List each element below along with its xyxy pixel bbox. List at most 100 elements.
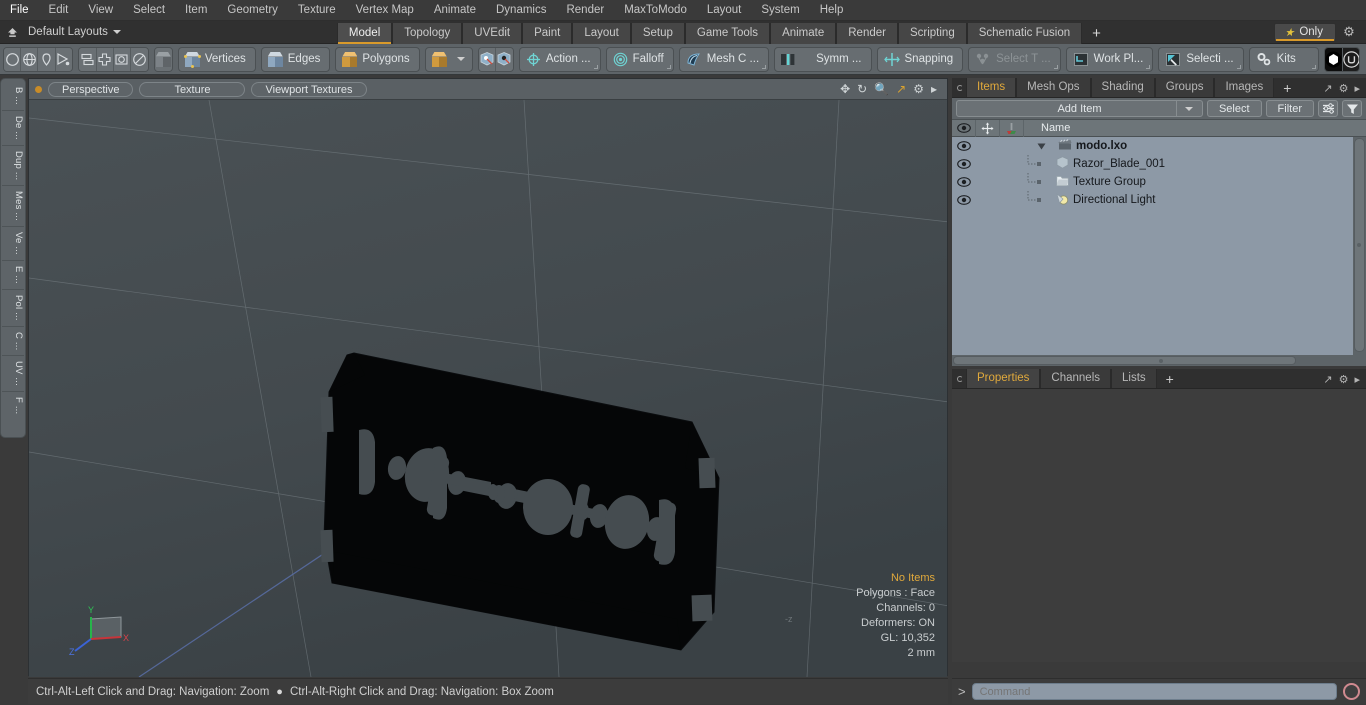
circle-icon[interactable] bbox=[4, 47, 22, 71]
selection-set-button[interactable]: Selecti ... bbox=[1158, 46, 1244, 72]
chevron-right-icon[interactable]: ▸ bbox=[931, 83, 937, 95]
viewport-canvas-3d[interactable]: -z Y X Z No Items Polygons: Face Channe… bbox=[29, 100, 947, 677]
chevron-right-icon[interactable]: ▸ bbox=[1354, 82, 1360, 95]
tab-shading[interactable]: Shading bbox=[1090, 78, 1155, 97]
select-through-button[interactable]: Select T ... bbox=[968, 46, 1061, 72]
left-tab-curve[interactable]: C ... bbox=[2, 327, 24, 356]
layout-tab-layout[interactable]: Layout bbox=[572, 22, 631, 44]
layout-tab-render[interactable]: Render bbox=[836, 22, 898, 44]
fit-icon[interactable]: ↗ bbox=[896, 83, 906, 95]
tab-properties[interactable]: Properties bbox=[966, 369, 1041, 388]
selection-mode-edges[interactable]: Edges bbox=[260, 46, 331, 72]
layout-tab-paint[interactable]: Paint bbox=[522, 22, 573, 44]
work-plane-button[interactable]: Work Pl... bbox=[1065, 46, 1154, 72]
add-item-dropdown[interactable] bbox=[1175, 100, 1202, 117]
tab-groups[interactable]: Groups bbox=[1154, 78, 1215, 97]
funnel-icon[interactable] bbox=[1342, 100, 1362, 117]
modo-badge-icon[interactable] bbox=[1324, 47, 1343, 71]
curve-icon[interactable] bbox=[55, 47, 73, 71]
selection-mode-polygons[interactable]: Polygons bbox=[335, 46, 420, 72]
left-tab-deform[interactable]: De ... bbox=[2, 111, 24, 146]
left-tab-mesh-edit[interactable]: Mes ... bbox=[2, 186, 24, 228]
snap-element-icon[interactable] bbox=[495, 47, 513, 71]
add-item-button[interactable]: Add Item bbox=[956, 100, 1203, 117]
menu-select[interactable]: Select bbox=[123, 0, 175, 20]
tab-mesh-ops[interactable]: Mesh Ops bbox=[1016, 78, 1091, 97]
tab-lists[interactable]: Lists bbox=[1111, 369, 1157, 388]
expand-arrow[interactable] bbox=[1024, 142, 1050, 151]
pan-icon[interactable]: ✥ bbox=[840, 83, 850, 95]
mirror-icon[interactable] bbox=[79, 47, 97, 71]
globe-icon[interactable] bbox=[21, 47, 39, 71]
add-panel-tab-button[interactable]: + bbox=[1274, 79, 1300, 97]
record-circle-icon[interactable] bbox=[1343, 683, 1360, 700]
gear-icon[interactable]: ⚙ bbox=[1336, 24, 1362, 40]
left-tab-polygon[interactable]: Pol ... bbox=[2, 290, 24, 327]
layout-tab-setup[interactable]: Setup bbox=[630, 22, 685, 44]
falloff-button[interactable]: Falloff bbox=[605, 46, 674, 72]
row-visibility-toggle[interactable] bbox=[952, 177, 976, 187]
viewport-shading-dropdown[interactable]: Texture bbox=[139, 81, 246, 97]
layout-tab-animate[interactable]: Animate bbox=[770, 22, 837, 44]
row-visibility-toggle[interactable] bbox=[952, 195, 976, 205]
unreal-badge-icon[interactable] bbox=[1342, 47, 1359, 71]
menu-system[interactable]: System bbox=[751, 0, 809, 20]
table-row[interactable]: Razor_Blade_001 bbox=[952, 155, 1366, 173]
mesh-constraint-button[interactable]: Mesh C ... bbox=[678, 46, 770, 72]
viewport-textures-dropdown[interactable]: Viewport Textures bbox=[251, 81, 367, 97]
axis-gizmo[interactable]: Y X Z bbox=[69, 603, 131, 659]
kits-button[interactable]: Kits bbox=[1248, 46, 1319, 72]
menu-help[interactable]: Help bbox=[810, 0, 854, 20]
select-button[interactable]: Select bbox=[1206, 100, 1262, 117]
menu-render[interactable]: Render bbox=[556, 0, 614, 20]
layout-tab-uvedit[interactable]: UVEdit bbox=[462, 22, 523, 44]
tab-images[interactable]: Images bbox=[1214, 78, 1275, 97]
left-tab-edge[interactable]: E ... bbox=[2, 261, 24, 290]
tree-item-texture-group[interactable]: Texture Group bbox=[1050, 175, 1146, 190]
menu-dynamics[interactable]: Dynamics bbox=[486, 0, 556, 20]
table-row[interactable]: Directional Light bbox=[952, 191, 1366, 209]
column-shading[interactable] bbox=[1000, 119, 1024, 137]
layout-tab-scripting[interactable]: Scripting bbox=[897, 22, 967, 44]
selection-mode-dropdown[interactable] bbox=[424, 46, 473, 72]
menu-maxtomodo[interactable]: MaxToModo bbox=[614, 0, 697, 20]
row-visibility-toggle[interactable] bbox=[952, 159, 976, 169]
menu-animate[interactable]: Animate bbox=[424, 0, 486, 20]
layout-tab-topology[interactable]: Topology bbox=[392, 22, 463, 44]
pen-icon[interactable] bbox=[38, 47, 56, 71]
add-properties-tab-button[interactable]: + bbox=[1157, 370, 1183, 388]
column-visibility[interactable] bbox=[952, 119, 976, 137]
menu-vertex-map[interactable]: Vertex Map bbox=[346, 0, 424, 20]
left-tab-vertex[interactable]: Ve ... bbox=[2, 227, 24, 261]
zoom-icon[interactable]: 🔍 bbox=[874, 83, 889, 95]
action-center-button[interactable]: Action ... bbox=[518, 46, 601, 72]
menu-edit[interactable]: Edit bbox=[39, 0, 79, 20]
chevron-right-icon[interactable]: ▸ bbox=[1354, 373, 1360, 386]
menu-view[interactable]: View bbox=[78, 0, 123, 20]
table-row[interactable]: Texture Group bbox=[952, 173, 1366, 191]
solid-cube-icon[interactable] bbox=[154, 47, 172, 71]
menu-texture[interactable]: Texture bbox=[288, 0, 346, 20]
left-tab-basic[interactable]: B ... bbox=[2, 82, 24, 111]
menu-layout[interactable]: Layout bbox=[697, 0, 752, 20]
column-transform[interactable] bbox=[976, 119, 1000, 137]
snapping-button[interactable]: Snapping bbox=[876, 46, 964, 72]
left-tab-fusion[interactable]: F ... bbox=[2, 392, 24, 419]
panel-menu-icon[interactable] bbox=[954, 79, 966, 97]
gear-icon[interactable]: ⚙ bbox=[1339, 82, 1349, 95]
add-layout-tab-button[interactable]: + bbox=[1082, 23, 1111, 44]
sliders-icon[interactable] bbox=[1318, 100, 1338, 117]
selection-mode-vertices[interactable]: Vertices bbox=[177, 46, 256, 72]
tab-items[interactable]: Items bbox=[966, 78, 1017, 97]
scrollbar-thumb[interactable] bbox=[953, 356, 1296, 365]
items-vertical-scrollbar[interactable] bbox=[1353, 137, 1366, 355]
command-input[interactable] bbox=[971, 683, 1337, 700]
rotate-icon[interactable]: ↻ bbox=[857, 83, 867, 95]
symmetry-button[interactable]: Symm ... bbox=[774, 46, 872, 72]
tree-item-scene[interactable]: modo.lxo bbox=[1050, 139, 1127, 153]
panel-menu-icon[interactable] bbox=[954, 370, 966, 388]
default-layouts-dropdown[interactable]: Default Layouts bbox=[24, 26, 127, 38]
viewport-projection-dropdown[interactable]: Perspective bbox=[48, 81, 134, 97]
items-horizontal-scrollbar[interactable] bbox=[952, 355, 1366, 366]
only-toggle-button[interactable]: ★ Only bbox=[1274, 22, 1336, 42]
